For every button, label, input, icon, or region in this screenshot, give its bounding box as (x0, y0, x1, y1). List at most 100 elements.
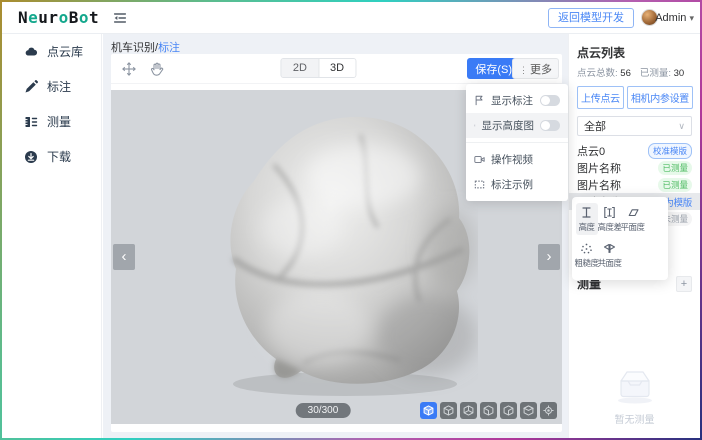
menu-item-label: 显示标注 (491, 93, 534, 108)
logo-letter: o (59, 8, 69, 27)
roughness-tool-icon (580, 242, 593, 255)
empty-box-icon (612, 368, 658, 404)
menu-item-tutorial-video[interactable]: 操作视频 (466, 147, 568, 172)
tool-roughness[interactable]: 粗糙度 (576, 239, 598, 271)
breadcrumb: 机车识别/标注 (111, 39, 180, 55)
flag-icon (474, 95, 485, 106)
logo-letter: r (48, 8, 58, 27)
back-to-model-dev-button[interactable]: 返回模型开发 (548, 8, 634, 28)
tool-label: 粗糙度 (575, 257, 599, 269)
stat-measured-value: 30 (674, 68, 685, 79)
workspace-card: 2D 3D 保存(S) ⋮更多 显示标注 显示高度图 (111, 54, 562, 432)
app-window: NeuroBot 返回模型开发 Admin ▾ 点云库 标注 测量 下载 机车识… (0, 0, 702, 440)
move-tool-icon[interactable] (121, 61, 137, 77)
more-button[interactable]: ⋮更多 (512, 58, 559, 79)
logo-letter: N (18, 8, 28, 27)
breadcrumb-current: 标注 (158, 42, 180, 54)
stat-total-value: 56 (620, 68, 631, 79)
list-item[interactable]: 图片名称 已测量 (577, 159, 692, 176)
list-item[interactable]: 图片名称 已测量 (577, 176, 692, 193)
chevron-down-icon: ∨ (678, 121, 685, 132)
view-cube-right-button[interactable] (500, 402, 517, 419)
status-badge: 已测量 (658, 178, 692, 192)
sidebar-item-annotate[interactable]: 标注 (2, 69, 101, 104)
list-item-name: 图片名称 (577, 160, 621, 176)
filter-select[interactable]: 全部 ∨ (577, 116, 692, 136)
hand-tool-icon[interactable] (149, 61, 165, 77)
heightmap-icon (474, 120, 476, 131)
video-icon (474, 154, 485, 165)
flatness-tool-icon (626, 206, 639, 219)
tooth-3d-model[interactable] (213, 108, 478, 400)
list-item-name: 点云0 (577, 143, 605, 159)
menu-item-label: 显示高度图 (482, 118, 535, 133)
empty-state-text: 暂无测量 (569, 411, 700, 426)
status-badge: 已测量 (658, 161, 692, 175)
empty-state: 暂无测量 (569, 368, 700, 426)
tool-label: 高度差 (598, 221, 622, 233)
list-item-name: 图片名称 (577, 177, 621, 193)
stat-measured-label: 已测量: (640, 68, 671, 79)
add-measure-button[interactable]: + (676, 276, 692, 292)
show-heightmap-toggle[interactable] (540, 120, 560, 131)
logo-letter: B (69, 8, 79, 27)
main-content: 机车识别/标注 2D 3D 保存(S) ⋮更多 (103, 34, 568, 438)
menu-item-label: 标注示例 (491, 177, 560, 192)
logo-letter: o (79, 8, 89, 27)
more-dropdown-menu: 显示标注 显示高度图 操作视频 标注示例 (466, 84, 568, 201)
reset-view-target-button[interactable] (540, 402, 557, 419)
breadcrumb-parent[interactable]: 机车识别 (111, 42, 155, 54)
height-tool-icon (580, 206, 593, 219)
tool-height-diff[interactable]: 高度差 (599, 203, 621, 235)
download-icon (24, 150, 38, 164)
panel-actions: 上传点云 相机内参设置 (577, 86, 692, 109)
more-label: 更多 (530, 64, 552, 76)
logo-letter: e (28, 8, 38, 27)
filter-select-value: 全部 (584, 118, 606, 134)
stat-measured: 已测量: 30 (640, 65, 684, 79)
mode-3d-button[interactable]: 3D (318, 59, 355, 77)
view-orientation-buttons (420, 402, 557, 419)
tool-flatness[interactable]: 平面度 (622, 203, 644, 235)
stat-total-label: 点云总数: (577, 68, 618, 79)
mode-2d-button[interactable]: 2D (282, 59, 318, 77)
upload-pointcloud-button[interactable]: 上传点云 (577, 86, 624, 109)
view-cube-front-button[interactable] (440, 402, 457, 419)
caret-down-icon: ▾ (689, 13, 694, 23)
sidebar: 点云库 标注 测量 下载 (2, 34, 102, 438)
tool-height[interactable]: 高度 (576, 203, 598, 235)
camera-params-button[interactable]: 相机内参设置 (627, 86, 693, 109)
menu-divider (466, 142, 568, 143)
menu-item-show-heightmap[interactable]: 显示高度图 (466, 113, 568, 138)
list-item[interactable]: 点云0 校准模版 (577, 142, 692, 159)
sidebar-item-pointcloud-library[interactable]: 点云库 (2, 34, 101, 69)
show-annotations-toggle[interactable] (540, 95, 560, 106)
tool-coplanarity[interactable]: 共面度 (599, 239, 621, 271)
sidebar-item-measure[interactable]: 测量 (2, 104, 101, 139)
tool-label: 平面度 (621, 221, 645, 233)
view-cube-top-button[interactable] (520, 402, 537, 419)
prev-image-arrow[interactable]: ‹ (113, 244, 135, 270)
view-cube-back-button[interactable] (460, 402, 477, 419)
user-menu[interactable]: Admin ▾ (655, 12, 694, 24)
view-cube-left-button[interactable] (480, 402, 497, 419)
pen-icon (24, 80, 38, 94)
sidebar-item-download[interactable]: 下载 (2, 139, 101, 174)
collapse-sidebar-icon[interactable] (112, 10, 128, 26)
sidebar-item-label: 点云库 (47, 43, 83, 60)
menu-item-show-annotations[interactable]: 显示标注 (466, 88, 568, 113)
sidebar-item-label: 标注 (47, 78, 71, 95)
measure-tools-popup: 高度 高度差 平面度 粗糙度 共面度 (572, 197, 668, 280)
panel-title: 点云列表 (577, 44, 692, 61)
pointcloud-panel: 点云列表 点云总数: 56 已测量: 30 上传点云 相机内参设置 全部 ∨ 点… (568, 34, 700, 438)
pan-tools (121, 61, 165, 77)
view-cube-default-button[interactable] (420, 402, 437, 419)
app-surface: NeuroBot 返回模型开发 Admin ▾ 点云库 标注 测量 下载 机车识… (2, 2, 700, 438)
sidebar-item-label: 测量 (47, 113, 71, 130)
logo: NeuroBot (18, 8, 99, 27)
menu-item-annotation-example[interactable]: 标注示例 (466, 172, 568, 197)
user-name: Admin (655, 12, 686, 24)
next-image-arrow[interactable]: › (538, 244, 560, 270)
measure-icon (24, 115, 38, 129)
canvas-toolbar: 2D 3D 保存(S) ⋮更多 (111, 54, 562, 84)
